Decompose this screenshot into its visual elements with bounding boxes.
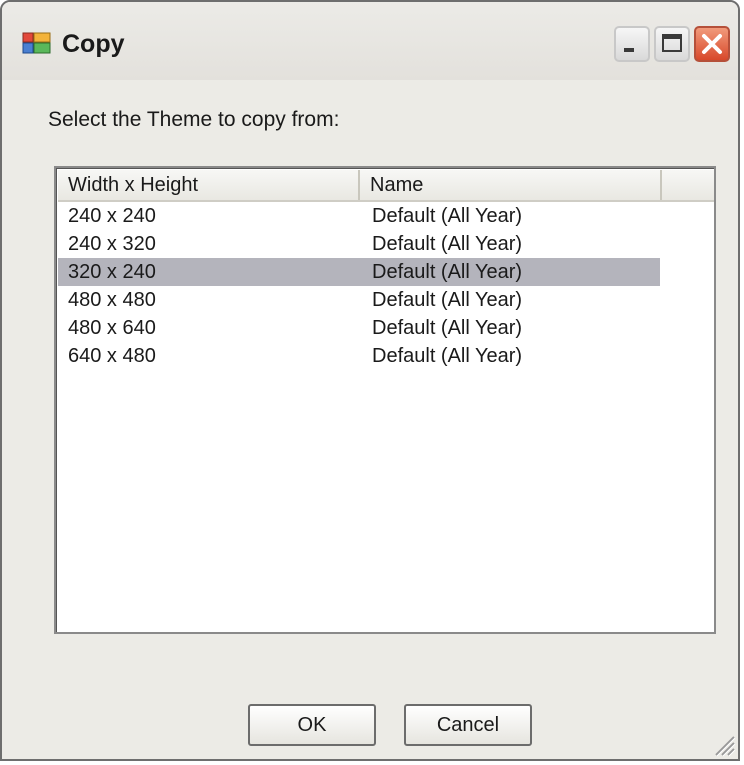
cancel-button[interactable]: Cancel [404,704,532,746]
list-item-name: Default (All Year) [372,261,523,283]
column-header-width-height[interactable]: Width x Height [58,170,360,200]
list-item-name: Default (All Year) [372,345,523,367]
ok-button[interactable]: OK [248,704,376,746]
list-item-size: 320 x 240 [68,261,156,283]
window-title: Copy [62,30,125,58]
list-rows: 240 x 240 Default (All Year) 240 x 320 Defa… [58,202,714,370]
list-item-name: Default (All Year) [372,233,523,255]
copy-dialog-window: Copy Select the Theme to copy from: Widt… [0,0,740,761]
list-item[interactable]: 480 x 640 Default (All Year) [58,314,660,342]
application-window-icon [22,30,52,56]
resize-grip-icon[interactable] [710,731,736,757]
list-item-size: 240 x 320 [68,233,156,255]
list-item[interactable]: 320 x 240 Default (All Year) [58,258,660,286]
close-button[interactable] [694,26,730,62]
list-item-size: 640 x 480 [68,345,156,367]
list-item-size: 480 x 480 [68,289,156,311]
list-item[interactable]: 640 x 480 Default (All Year) [58,342,660,370]
title-bar[interactable]: Copy [2,2,738,80]
list-item[interactable]: 240 x 240 Default (All Year) [58,202,660,230]
list-item-size: 240 x 240 [68,205,156,227]
column-header-empty[interactable] [662,170,714,200]
column-header-name[interactable]: Name [360,170,662,200]
list-item-name: Default (All Year) [372,317,523,339]
list-item[interactable]: 240 x 320 Default (All Year) [58,230,660,258]
list-item[interactable]: 480 x 480 Default (All Year) [58,286,660,314]
list-item-name: Default (All Year) [372,205,523,227]
maximize-button[interactable] [654,26,690,62]
list-header: Width x Height Name [58,170,714,202]
list-item-size: 480 x 640 [68,317,156,339]
minimize-button[interactable] [614,26,650,62]
theme-list[interactable]: Width x Height Name 240 x 240 Default (Al… [54,166,716,634]
list-item-name: Default (All Year) [372,289,523,311]
dialog-body: Select the Theme to copy from: Width x H… [10,80,736,759]
prompt-label: Select the Theme to copy from: [48,108,340,131]
